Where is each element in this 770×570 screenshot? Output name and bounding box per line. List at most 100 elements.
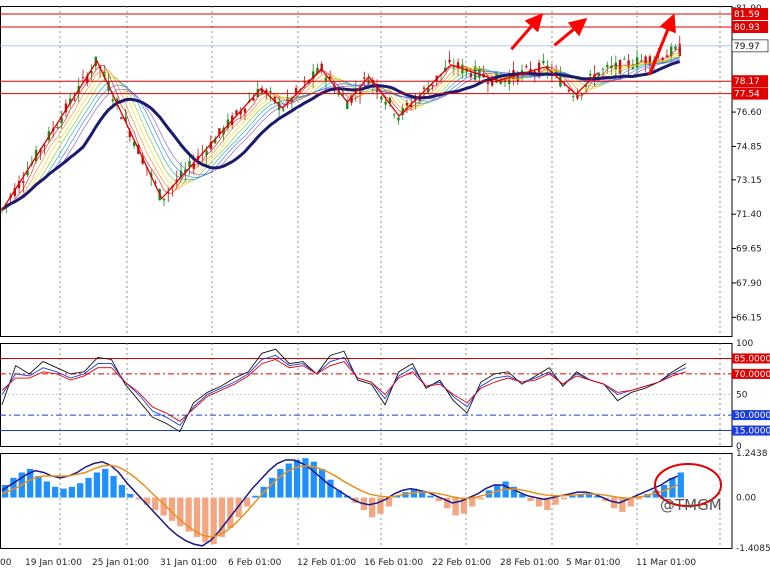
x-tick-label: 12 Feb 01:00 — [297, 558, 356, 568]
price-level-label: 78.17 — [734, 77, 760, 87]
candle-body — [422, 87, 426, 89]
y-tick-label: 73.15 — [736, 176, 762, 186]
stoch-level-label: 15.0000 — [734, 427, 770, 437]
macd-histogram-bar — [469, 497, 476, 507]
candle-body — [567, 89, 571, 92]
candle-body — [606, 65, 609, 68]
y-tick-label: 50 — [736, 391, 748, 401]
y-tick-label: 66.15 — [736, 313, 762, 323]
x-tick-label: 6 Feb 01:00 — [228, 558, 282, 568]
x-tick-label: 00 — [0, 558, 12, 568]
macd-histogram-bar — [619, 497, 626, 512]
stoch-series-line — [1, 358, 687, 422]
candle-body — [282, 109, 285, 111]
candle-body — [243, 108, 247, 113]
candle-body — [614, 62, 617, 70]
macd-histogram-bar — [35, 476, 42, 498]
price-level-label: 80.93 — [734, 23, 760, 33]
x-tick-label: 31 Jan 01:00 — [160, 558, 217, 568]
trading-chart: 81.9078.2076.6074.8573.1571.4069.6567.90… — [0, 4, 770, 568]
macd-histogram-bar — [252, 495, 259, 498]
candle-body — [380, 96, 383, 100]
candle-body — [111, 99, 115, 102]
candle-body — [623, 58, 626, 60]
price-level-label: 81.59 — [734, 10, 760, 20]
price-panel: 81.9078.2076.6074.8573.1571.4069.6567.90… — [0, 4, 769, 337]
macd-histogram-bar — [52, 486, 59, 498]
macd-histogram-bar — [77, 483, 84, 498]
candle-body — [56, 126, 59, 129]
macd-histogram-bar — [68, 486, 75, 498]
candle-body — [397, 117, 400, 121]
x-tick-label: 28 Feb 01:00 — [500, 558, 559, 568]
stoch-level-label: 70.0000 — [734, 370, 770, 380]
candle-body — [525, 66, 528, 68]
x-tick-label: 5 Mar 01:00 — [566, 558, 621, 568]
stoch-level-label: 30.0000 — [734, 411, 770, 421]
current-price-label: 79.97 — [734, 42, 760, 52]
y-tick-label: 100 — [736, 339, 753, 349]
candle-body — [120, 117, 123, 120]
trend-arrow — [510, 12, 544, 51]
candle-body — [589, 73, 592, 76]
candle-body — [452, 67, 456, 69]
macd-histogram-bar — [43, 481, 50, 498]
macd-histogram-bar — [93, 472, 101, 498]
x-tick-label: 11 Mar 01:00 — [636, 558, 696, 568]
candle-body — [601, 69, 605, 70]
x-axis: 00 19 Jan 01:00 25 Jan 01:00 31 Jan 01:00 6 … — [0, 558, 696, 568]
macd-histogram-bar — [277, 468, 284, 498]
macd-panel: 1.2438 0.00 -1.4085 — [0, 449, 770, 554]
stoch-level-label: 85.0000 — [734, 354, 770, 364]
macd-histogram-bar — [477, 497, 484, 500]
y-tick-label: 0.00 — [736, 494, 756, 504]
candle-body — [22, 181, 25, 183]
stochastic-panel: 10050085.000070.000030.000015.0000 — [0, 339, 770, 452]
macd-histogram-bar — [152, 497, 159, 511]
annotations — [510, 12, 722, 507]
y-tick-label: 1.2438 — [736, 449, 768, 459]
macd-histogram-bar — [110, 476, 117, 498]
macd-histogram-bar — [327, 479, 334, 498]
macd-histogram-bar — [318, 468, 326, 498]
candle-body — [346, 102, 349, 110]
price-panel-frame — [0, 6, 733, 337]
candle-body — [269, 91, 272, 92]
candle-body — [294, 88, 298, 93]
macd-histogram-bar — [127, 493, 134, 498]
macd-histogram-bar — [102, 468, 109, 498]
candle-body — [73, 99, 76, 101]
ma-ribbon-line — [1, 59, 680, 210]
y-tick-label: 67.90 — [736, 279, 762, 289]
price-level-label: 77.54 — [734, 90, 760, 100]
candle-body — [674, 46, 677, 50]
macd-histogram-bar — [427, 495, 434, 498]
macd-histogram-bar — [419, 492, 426, 498]
y-tick-label: 76.60 — [736, 108, 762, 118]
candle-body — [162, 198, 166, 201]
macd-histogram-bar — [85, 477, 92, 498]
macd-histogram-bar — [369, 497, 376, 518]
x-tick-label: 16 Feb 01:00 — [364, 558, 423, 568]
watermark: @TMGM — [660, 496, 722, 514]
macd-histogram-bar — [118, 485, 126, 498]
macd-histogram-bar — [677, 472, 684, 498]
macd-histogram-bar — [285, 463, 292, 498]
y-tick-label: 71.40 — [736, 210, 762, 220]
candle-body — [363, 77, 366, 79]
y-tick-label: 69.65 — [736, 245, 762, 255]
candle-body — [384, 101, 387, 105]
macd-histogram-bar — [235, 497, 242, 518]
macd-histogram-bar — [60, 488, 67, 498]
x-tick-label: 22 Feb 01:00 — [432, 558, 491, 568]
candle-body — [486, 82, 490, 84]
macd-histogram-bar — [527, 497, 534, 502]
macd-histogram-bar — [552, 497, 559, 505]
candle-body — [571, 96, 575, 98]
x-tick-label: 25 Jan 01:00 — [92, 558, 149, 568]
candle-body — [392, 114, 396, 116]
macd-histogram-bar — [293, 459, 301, 498]
candle-body — [542, 60, 545, 64]
y-tick-label: -1.4085 — [736, 544, 770, 554]
candle-body — [448, 59, 451, 63]
